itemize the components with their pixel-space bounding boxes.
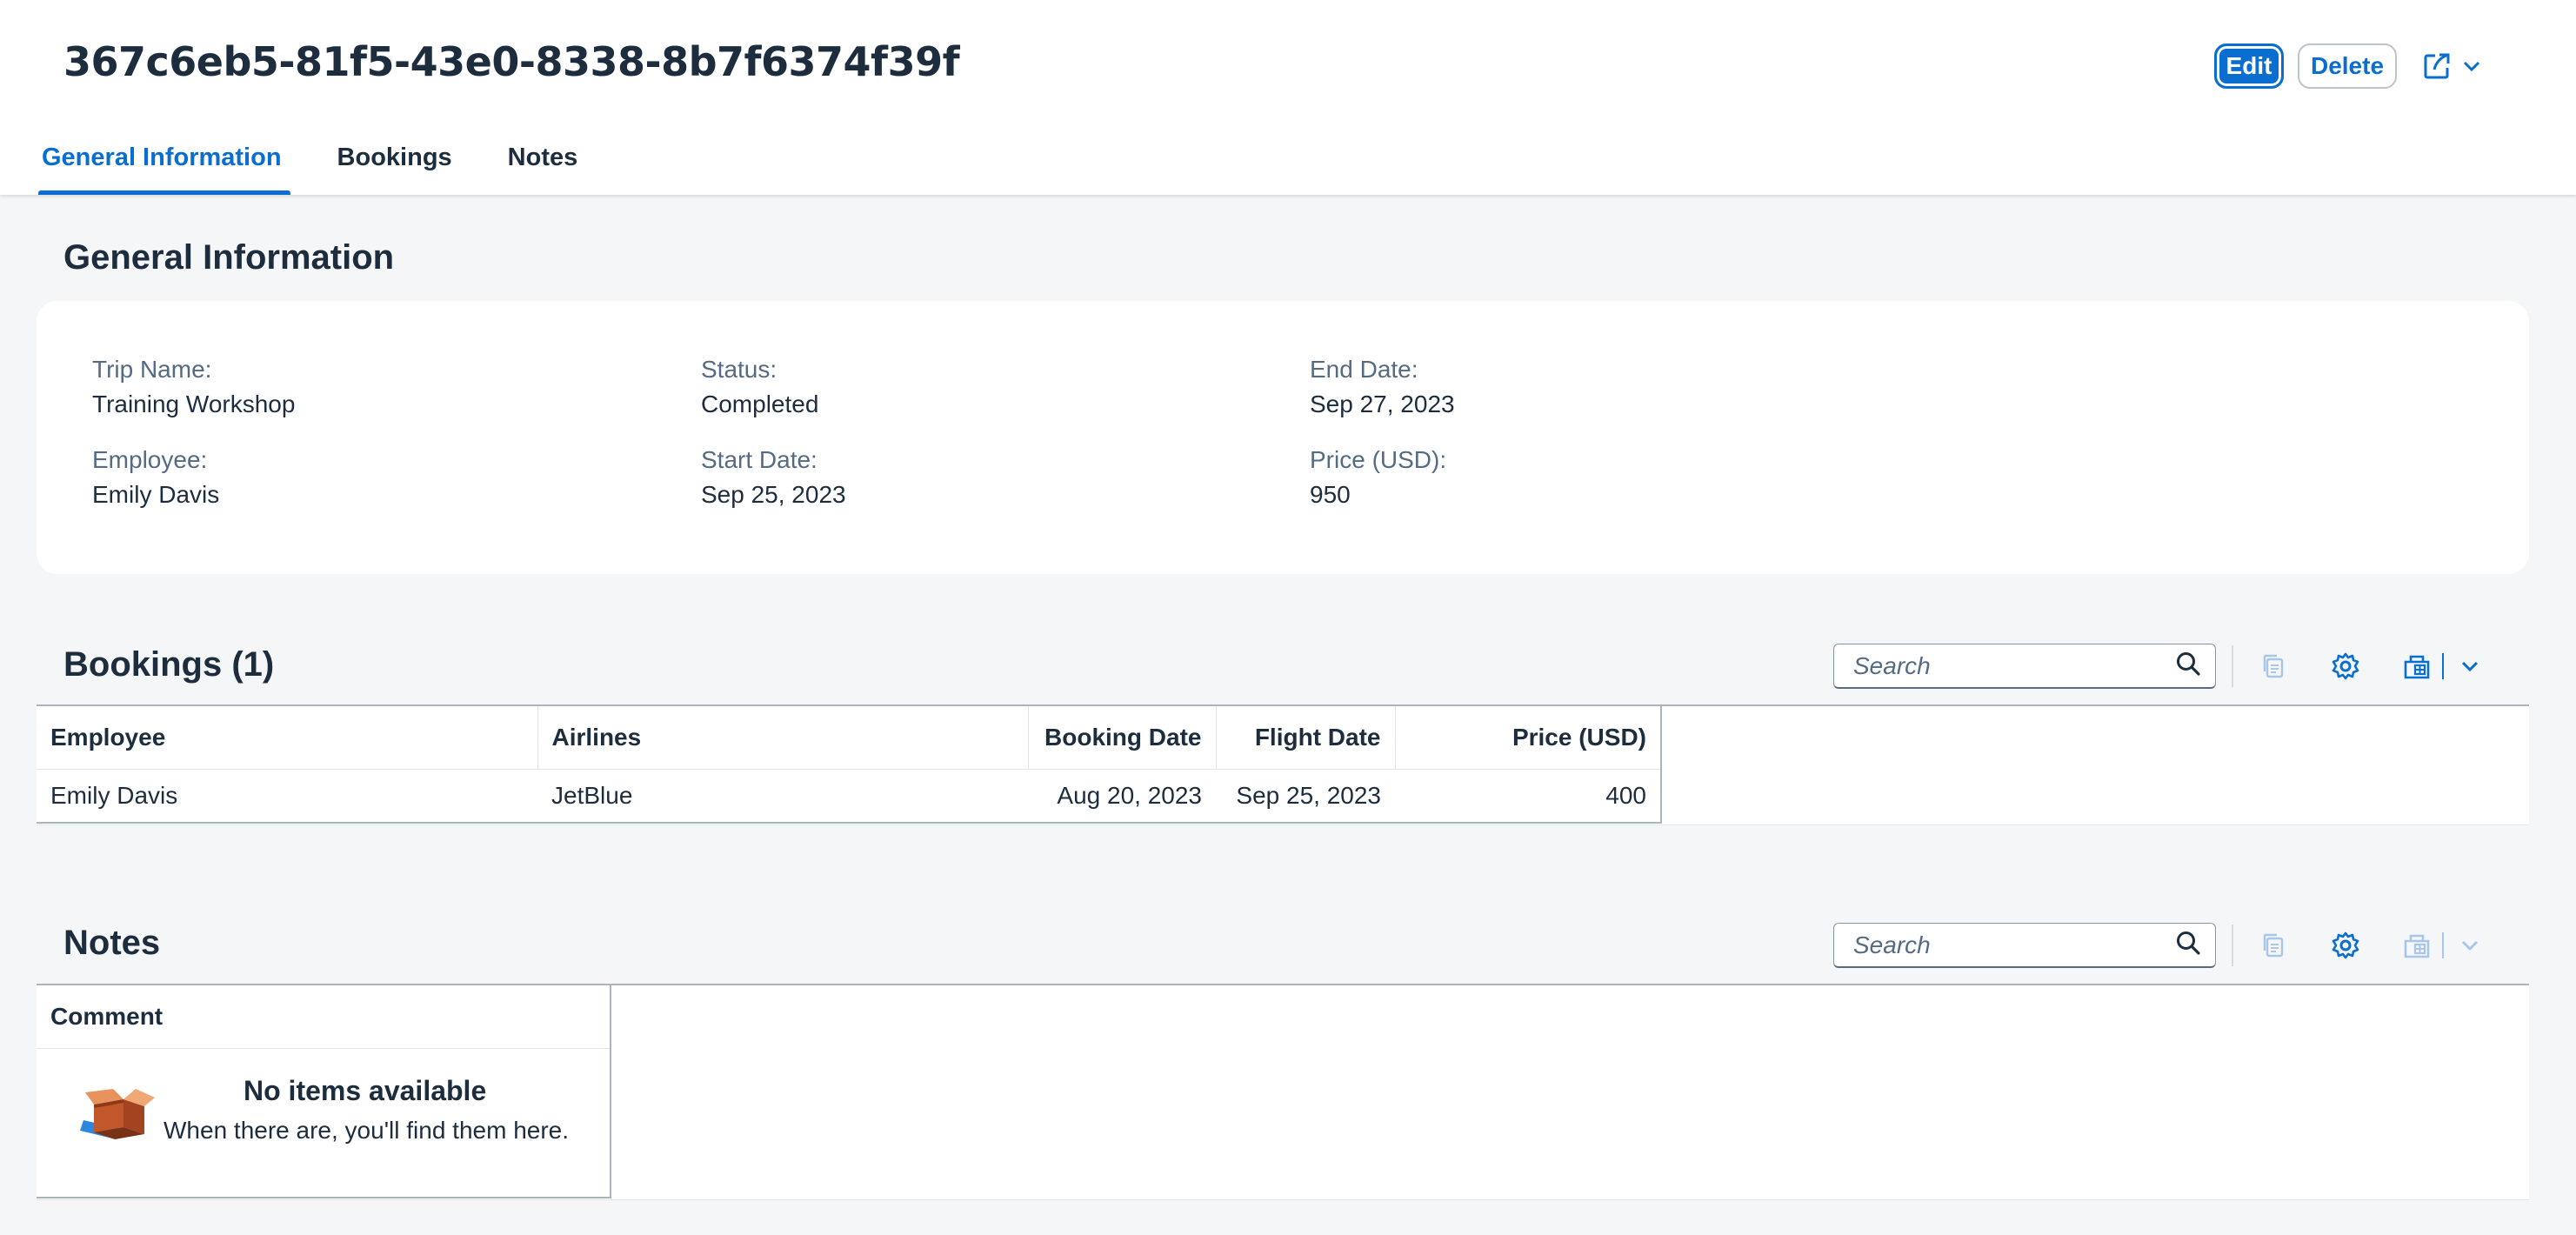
anchor-bar: General Information Bookings Notes bbox=[38, 139, 630, 195]
empty-row: No items available When there are, you'l… bbox=[37, 1048, 611, 1198]
price-field: Price (USD): 950 bbox=[1310, 445, 1446, 510]
no-data-cell: No items available When there are, you'l… bbox=[37, 1048, 611, 1198]
cell-airlines: JetBlue bbox=[537, 769, 1028, 824]
price-value: 950 bbox=[1310, 481, 1351, 508]
status-label: Status: bbox=[701, 356, 777, 383]
notes-toolbar bbox=[1833, 923, 2480, 968]
table-header-row: Employee Airlines Booking Date Flight Da… bbox=[37, 706, 1662, 770]
employee-label: Employee: bbox=[92, 446, 208, 473]
search-icon[interactable] bbox=[2175, 651, 2201, 681]
cell-flight-date: Sep 25, 2023 bbox=[1216, 769, 1395, 824]
general-information-title: General Information bbox=[63, 238, 395, 277]
column-header-airlines[interactable]: Airlines bbox=[537, 706, 1029, 770]
page-title: 367c6eb5-81f5-43e0-8338-8b7f6374f39f bbox=[63, 38, 960, 85]
status-field: Status: Completed bbox=[701, 355, 818, 419]
trip-name-value: Training Workshop bbox=[92, 391, 296, 417]
chevron-down-icon[interactable] bbox=[2459, 656, 2480, 677]
end-date-label: End Date: bbox=[1310, 356, 1418, 383]
notes-search-field[interactable] bbox=[1833, 923, 2216, 968]
employee-field: Employee: Emily Davis bbox=[92, 445, 219, 510]
start-date-label: Start Date: bbox=[701, 446, 818, 473]
empty-box-icon bbox=[78, 1085, 158, 1152]
column-header-price[interactable]: Price (USD) bbox=[1395, 706, 1662, 770]
no-items-title: No items available bbox=[244, 1074, 487, 1106]
trip-name-label: Trip Name: bbox=[92, 356, 212, 383]
notes-table: Comment No items available When there ar… bbox=[37, 984, 2529, 1200]
copy-icon[interactable] bbox=[2259, 931, 2287, 959]
chevron-down-icon bbox=[2461, 56, 2482, 77]
search-icon[interactable] bbox=[2175, 930, 2201, 960]
column-header-comment[interactable]: Comment bbox=[37, 985, 611, 1049]
start-date-value: Sep 25, 2023 bbox=[701, 481, 846, 508]
cell-employee: Emily Davis bbox=[37, 769, 537, 824]
table-header-row: Comment bbox=[37, 985, 611, 1049]
trip-name-field: Trip Name: Training Workshop bbox=[92, 355, 295, 419]
toolbar-separator bbox=[2232, 925, 2233, 966]
column-header-flight-date[interactable]: Flight Date bbox=[1216, 706, 1396, 770]
settings-icon[interactable] bbox=[2331, 931, 2360, 960]
toolbar-separator bbox=[2232, 645, 2233, 687]
tab-bookings[interactable]: Bookings bbox=[334, 139, 456, 195]
export-icon[interactable] bbox=[2402, 651, 2432, 681]
general-information-card: Trip Name: Training Workshop Employee: E… bbox=[37, 301, 2529, 574]
bookings-title: Bookings (1) bbox=[63, 645, 275, 684]
end-date-value: Sep 27, 2023 bbox=[1310, 391, 1455, 417]
tab-general-information[interactable]: General Information bbox=[38, 139, 290, 195]
share-menu-button[interactable] bbox=[2421, 43, 2482, 89]
header-actions: Edit Delete bbox=[2214, 43, 2482, 89]
bookings-table: Employee Airlines Booking Date Flight Da… bbox=[37, 704, 2529, 825]
notes-search-input[interactable] bbox=[1852, 930, 2175, 960]
table-row[interactable]: Emily Davis JetBlue Aug 20, 2023 Sep 25,… bbox=[37, 769, 1662, 824]
start-date-field: Start Date: Sep 25, 2023 bbox=[701, 445, 846, 510]
settings-icon[interactable] bbox=[2331, 651, 2360, 681]
export-icon[interactable] bbox=[2402, 931, 2432, 960]
tab-notes[interactable]: Notes bbox=[504, 139, 582, 195]
object-page-header: 367c6eb5-81f5-43e0-8338-8b7f6374f39f Edi… bbox=[0, 0, 2576, 195]
bookings-search-input[interactable] bbox=[1852, 651, 2175, 681]
price-label: Price (USD): bbox=[1310, 446, 1447, 473]
column-header-employee[interactable]: Employee bbox=[37, 706, 538, 770]
no-items-subtitle: When there are, you'll find them here. bbox=[164, 1116, 570, 1144]
bookings-toolbar bbox=[1833, 644, 2480, 689]
export-split-divider bbox=[2442, 932, 2444, 958]
bookings-search-field[interactable] bbox=[1833, 644, 2216, 689]
edit-button[interactable]: Edit bbox=[2214, 43, 2284, 89]
chevron-down-icon[interactable] bbox=[2459, 935, 2480, 956]
notes-title: Notes bbox=[63, 924, 161, 962]
share-icon bbox=[2421, 50, 2453, 82]
copy-icon[interactable] bbox=[2259, 652, 2287, 680]
cell-price: 400 bbox=[1395, 769, 1662, 824]
export-split-divider bbox=[2442, 653, 2444, 679]
status-value: Completed bbox=[701, 391, 819, 417]
end-date-field: End Date: Sep 27, 2023 bbox=[1310, 355, 1455, 419]
column-header-booking-date[interactable]: Booking Date bbox=[1028, 706, 1217, 770]
delete-button[interactable]: Delete bbox=[2298, 43, 2397, 89]
employee-value: Emily Davis bbox=[92, 481, 220, 508]
cell-booking-date: Aug 20, 2023 bbox=[1028, 769, 1216, 824]
